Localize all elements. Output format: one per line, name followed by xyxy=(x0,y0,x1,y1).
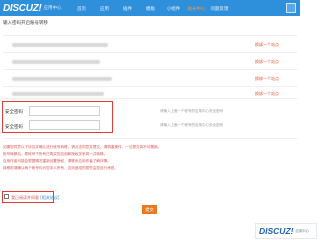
divider xyxy=(3,35,297,36)
nav-item-widgets[interactable]: 小组件 xyxy=(162,0,185,16)
divider xyxy=(3,98,297,99)
password-hint-1: 请输入上面一个帐号的应用中心安全密码 xyxy=(160,109,223,113)
logo-mark: DISCUZ! xyxy=(3,2,42,14)
nav-item-apps[interactable]: 应用 xyxy=(93,0,116,16)
nav-item-plugins[interactable]: 插件 xyxy=(116,0,139,16)
nav-item-admin-center[interactable]: 站长中心 xyxy=(185,0,208,16)
notice-line: 转移前请确认两个帐号均为您本人所有，否则造成的损失由您自行承担。 xyxy=(3,166,118,170)
top-header: DISCUZ! 应用中心 首页 应用 插件 模板 小组件 站长中心 问题反馈 xyxy=(0,0,300,16)
security-password-label-2: 安全密码 xyxy=(5,125,23,130)
watermark-logo: DISCUZ! xyxy=(259,226,294,236)
main-nav: 首页 应用 插件 模板 小组件 站长中心 问题反馈 xyxy=(70,0,231,16)
redacted-text xyxy=(12,60,100,64)
security-password-label-1: 安全密码 xyxy=(5,110,23,115)
row-link[interactable]: 换绑一个站点 xyxy=(255,42,279,48)
divider xyxy=(3,69,297,70)
security-password-input-2[interactable] xyxy=(29,120,100,130)
nav-item-home[interactable]: 首页 xyxy=(70,0,93,16)
nav-item-templates[interactable]: 模板 xyxy=(139,0,162,16)
redacted-text xyxy=(12,77,112,81)
notice-line: 应用作者可能会根据情况重新设置授权，请联系应用作者了解详情。 xyxy=(3,159,111,163)
redacted-text xyxy=(12,43,108,47)
agreement-link[interactable]: [相关协议] xyxy=(40,195,59,200)
logo-subtitle: 应用中心 xyxy=(43,6,62,11)
avatar[interactable] xyxy=(286,3,296,13)
agree-checkbox[interactable] xyxy=(4,194,9,199)
agree-prefix: 我已阅读并同意 xyxy=(11,195,39,200)
watermark: DISCUZ! 应用中心 xyxy=(255,223,317,239)
row-link[interactable]: 换绑一个站点 xyxy=(255,76,279,82)
divider xyxy=(3,138,297,139)
password-hint-2: 请输入上面一个帐号的应用中心安全密码 xyxy=(160,123,223,127)
row-link[interactable]: 换绑一个站点 xyxy=(255,91,279,97)
agree-label: 我已阅读并同意 [相关协议] xyxy=(11,195,59,201)
section-title: 输入密码开启账号转移 xyxy=(3,21,48,26)
notice-line: 如果您同意以下协议并确认进行帐号转移，请点击同意并提交。请慎重操作，一旦提交将不… xyxy=(3,145,162,149)
nav-item-feedback[interactable]: 问题反馈 xyxy=(208,0,231,16)
divider xyxy=(3,52,297,53)
submit-button[interactable]: 提交 xyxy=(142,205,157,214)
security-password-input-1[interactable] xyxy=(29,106,100,116)
notice-line: 帐号转移后，原帐号下所有已购买的应用和授权关系将一并转移。 xyxy=(3,152,108,156)
divider xyxy=(3,86,297,87)
row-link[interactable]: 换绑一个站点 xyxy=(255,59,279,65)
logo[interactable]: DISCUZ! 应用中心 xyxy=(3,2,61,14)
redacted-text xyxy=(12,92,104,96)
watermark-sub: 应用中心 xyxy=(295,229,310,233)
